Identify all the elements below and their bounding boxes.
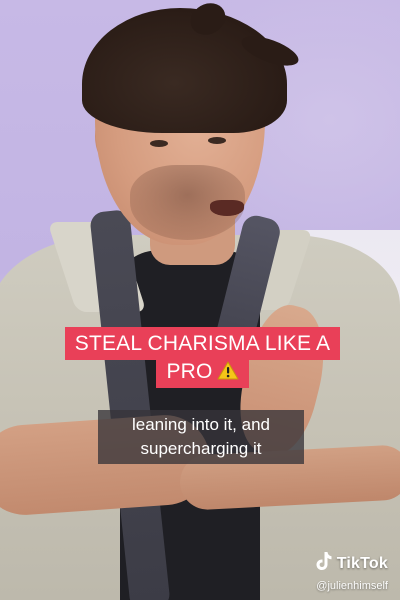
headline-text-2: PRO [166, 360, 213, 383]
tiktok-logo-icon [315, 551, 333, 576]
mouth [210, 200, 244, 216]
tiktok-watermark: TikTok @julienhimself [315, 551, 388, 592]
headline-line-2: PRO [156, 355, 249, 388]
watermark-brand: TikTok [336, 554, 388, 572]
warning-icon [217, 361, 239, 380]
eye-left [150, 140, 168, 147]
subtitle-caption: leaning into it, and supercharging it [98, 410, 304, 464]
video-frame[interactable]: STEAL CHARISMA LIKE A PRO leaning into i… [0, 0, 400, 600]
caption-line-2: supercharging it [140, 439, 262, 458]
hair [82, 8, 287, 133]
headline-text-1: STEAL CHARISMA LIKE A [74, 332, 331, 355]
watermark-brand-row: TikTok [315, 551, 388, 576]
speaker [0, 0, 400, 600]
caption-line-1: leaning into it, and [132, 415, 270, 434]
creator-handle[interactable]: @julienhimself [315, 580, 388, 592]
headline-overlay: STEAL CHARISMA LIKE A PRO [40, 327, 365, 388]
eye-right [208, 137, 226, 144]
